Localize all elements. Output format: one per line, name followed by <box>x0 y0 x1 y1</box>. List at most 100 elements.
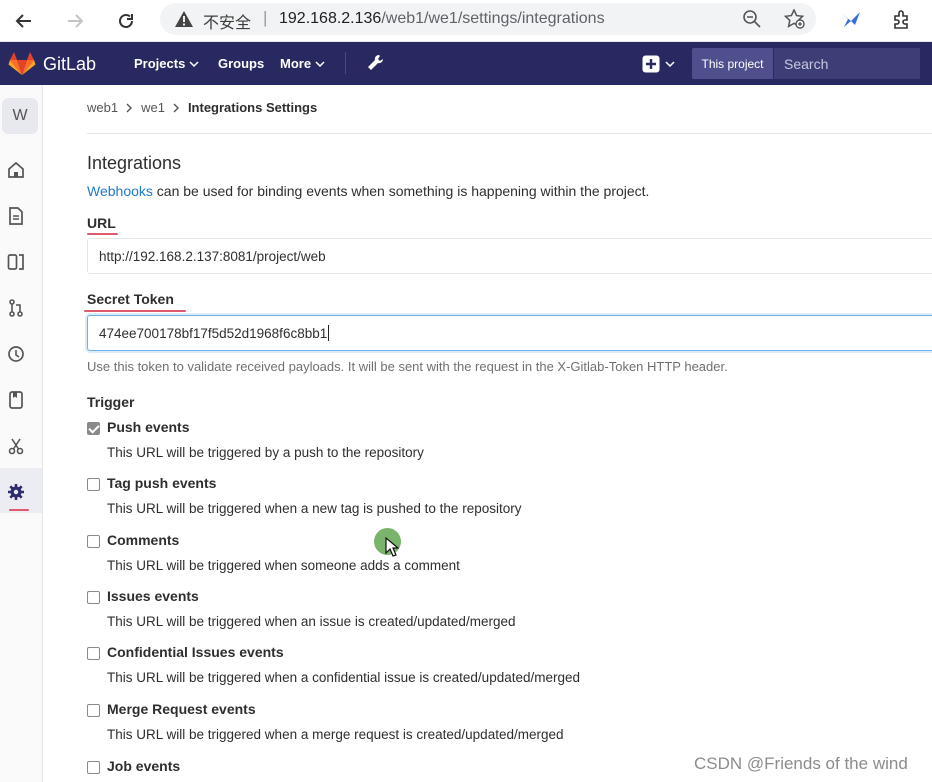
url-label: URL <box>87 215 116 231</box>
event-description: This URL will be triggered when an issue… <box>107 614 516 629</box>
job-events-checkbox[interactable] <box>87 761 100 774</box>
page-title: Integrations <box>87 153 182 173</box>
address-bar[interactable]: 不安全 | 192.168.2.136/web1/we1/settings/in… <box>160 3 816 35</box>
text-caret <box>328 325 330 341</box>
event-title[interactable]: Push events <box>107 419 189 435</box>
gitlab-wordmark[interactable]: GitLab <box>43 54 96 75</box>
main-content: web1 we1 Integrations Settings Integrati… <box>43 85 932 782</box>
bookmark-star-icon[interactable] <box>784 9 806 29</box>
sidebar-item-settings[interactable] <box>6 482 26 502</box>
sidebar-item-overview[interactable] <box>6 160 26 180</box>
forward-button[interactable] <box>61 7 89 35</box>
back-button[interactable] <box>10 7 38 35</box>
search-input[interactable]: Search <box>774 48 920 79</box>
admin-wrench-icon[interactable] <box>366 54 384 74</box>
secret-token-underline <box>84 310 186 312</box>
warning-icon <box>175 11 193 27</box>
trigger-label: Trigger <box>87 394 135 410</box>
secret-token-label: Secret Token <box>87 291 174 307</box>
nav-groups[interactable]: Groups <box>218 56 264 71</box>
zoom-icon[interactable] <box>742 9 762 29</box>
nav-projects[interactable]: Projects <box>134 56 199 71</box>
tag-push-events-checkbox[interactable] <box>87 478 100 491</box>
url-field[interactable]: http://192.168.2.137:8081/project/web <box>87 238 932 274</box>
address-url: 192.168.2.136/web1/we1/settings/integrat… <box>279 10 605 28</box>
plus-square-icon <box>642 55 660 73</box>
secret-token-field[interactable]: 474ee700178bf17f5d52d1968f6c8bb1 <box>87 315 932 351</box>
header-divider <box>345 52 346 74</box>
breadcrumb: web1 we1 Integrations Settings <box>87 100 317 115</box>
insecure-label: 不安全 <box>203 15 252 32</box>
search-scope-badge[interactable]: This project <box>692 48 773 79</box>
breadcrumb-we1[interactable]: we1 <box>141 100 165 115</box>
comments-checkbox[interactable] <box>87 535 100 548</box>
event-title[interactable]: Comments <box>107 532 179 548</box>
event-title[interactable]: Issues events <box>107 588 199 604</box>
home-icon <box>8 161 24 178</box>
sidebar-item-merge-requests[interactable] <box>6 298 26 318</box>
document-icon <box>9 207 23 225</box>
chevron-down-icon <box>315 60 325 67</box>
merge-request-events-checkbox[interactable] <box>87 704 100 717</box>
nav-more[interactable]: More <box>280 56 325 71</box>
event-title[interactable]: Merge Request events <box>107 701 256 717</box>
sidebar-item-ci-cd[interactable] <box>6 344 26 364</box>
secret-token-value: 474ee700178bf17f5d52d1968f6c8bb1 <box>99 325 328 341</box>
url-host: 192.168.2.136 <box>279 10 382 27</box>
new-dropdown[interactable] <box>642 55 675 73</box>
wiki-icon <box>9 391 23 409</box>
url-label-underline <box>87 233 118 235</box>
browser-toolbar: 不安全 | 192.168.2.136/web1/we1/settings/in… <box>0 0 932 42</box>
url-field-value: http://192.168.2.137:8081/project/web <box>99 248 326 264</box>
event-title[interactable]: Tag push events <box>107 475 216 491</box>
nav-projects-label: Projects <box>134 56 186 71</box>
snippets-icon <box>8 438 24 455</box>
reload-icon <box>119 13 133 28</box>
chevron-down-icon <box>665 61 675 68</box>
settings-icon <box>8 484 24 500</box>
nav-more-label: More <box>280 56 312 71</box>
address-separator: | <box>263 8 268 27</box>
description-text: can be used for binding events when some… <box>152 183 650 199</box>
nav-groups-label: Groups <box>218 56 265 71</box>
settings-annotation-mark <box>9 509 29 511</box>
event-description: This URL will be triggered when a new ta… <box>107 501 522 516</box>
mouse-pointer-icon <box>385 537 399 557</box>
push-events-checkbox[interactable] <box>87 422 100 435</box>
forward-arrow-icon <box>68 14 84 28</box>
merge-request-icon <box>9 299 23 317</box>
project-avatar[interactable]: W <box>2 98 38 134</box>
pipeline-icon <box>8 346 24 362</box>
confidential-issues-checkbox[interactable] <box>87 647 100 660</box>
breadcrumb-current[interactable]: Integrations Settings <box>188 100 317 115</box>
watermark: CSDN @Friends of the wind <box>694 754 908 773</box>
issues-events-checkbox[interactable] <box>87 591 100 604</box>
gitlab-header: GitLab Projects Groups More This project… <box>0 42 932 114</box>
webhooks-link[interactable]: Webhooks <box>87 183 153 199</box>
gitlab-logo-icon[interactable] <box>8 52 36 76</box>
chevron-down-icon <box>189 60 199 67</box>
reload-button[interactable] <box>112 7 140 35</box>
url-path: /web1/we1/settings/integrations <box>381 10 605 27</box>
event-description: This URL will be triggered when someone … <box>107 558 460 573</box>
back-arrow-icon <box>15 14 31 28</box>
project-sidebar: W <box>0 85 43 782</box>
sidebar-item-repository[interactable] <box>6 206 26 226</box>
integrations-description: Webhooks can be used for binding events … <box>87 183 649 199</box>
event-description: This URL will be triggered by a push to … <box>107 445 424 460</box>
breadcrumb-web1[interactable]: web1 <box>87 100 118 115</box>
sidebar-item-snippets[interactable] <box>6 436 26 456</box>
extension-bird-icon[interactable] <box>840 10 862 30</box>
event-title[interactable]: Confidential Issues events <box>107 644 284 660</box>
event-title[interactable]: Job events <box>107 758 180 774</box>
issues-icon <box>7 254 24 270</box>
chevron-right-icon <box>126 103 133 112</box>
sidebar-item-issues[interactable] <box>6 252 26 272</box>
secret-token-hint: Use this token to validate received payl… <box>87 359 728 374</box>
event-description: This URL will be triggered when a confid… <box>107 670 581 685</box>
event-description: This URL will be triggered when a merge … <box>107 727 564 742</box>
extensions-puzzle-icon[interactable] <box>891 9 913 31</box>
sidebar-item-wiki[interactable] <box>6 390 26 410</box>
breadcrumb-divider <box>87 133 932 134</box>
chevron-right-icon <box>173 103 179 112</box>
